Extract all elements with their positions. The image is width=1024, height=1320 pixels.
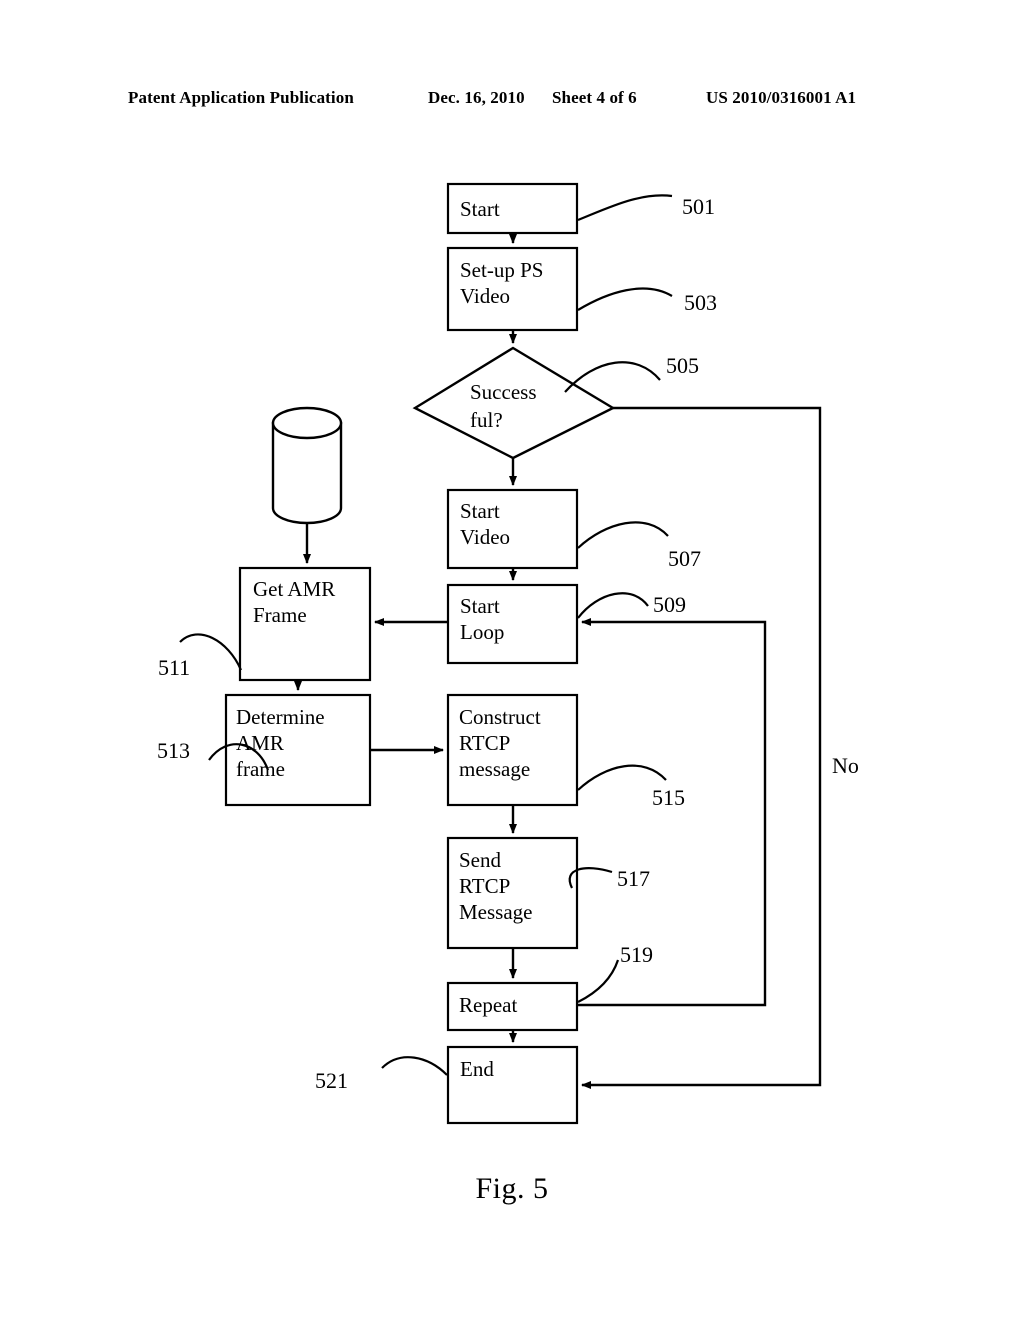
node-repeat-shape xyxy=(446,981,579,1032)
leader-line-519 xyxy=(577,959,620,1003)
ref-number-517: 517 xyxy=(617,866,650,891)
node-send-rtcp-shape xyxy=(446,836,579,950)
leader-line-521 xyxy=(381,1056,448,1076)
leader-line-501 xyxy=(577,194,673,222)
node-construct-rtcp-shape xyxy=(446,693,579,807)
node-end-shape xyxy=(446,1045,579,1125)
figure-caption: Fig. 5 xyxy=(475,1172,549,1205)
ref-number-521: 521 xyxy=(315,1068,348,1093)
ref-number-501: 501 xyxy=(682,194,715,219)
ref-number-507: 507 xyxy=(668,546,701,571)
ref-number-503: 503 xyxy=(684,290,717,315)
flowchart-figure: Start Set-up PS Video Success ful? Start… xyxy=(0,0,1024,1320)
leader-line-509 xyxy=(577,592,649,619)
edge-label-no: No xyxy=(832,753,859,778)
edge-repeat-loopback-to-start-loop xyxy=(577,618,767,1007)
node-setup-ps-shape xyxy=(446,246,579,332)
ref-number-509: 509 xyxy=(653,592,686,617)
leader-line-503 xyxy=(577,287,673,311)
ref-number-513: 513 xyxy=(157,738,190,763)
node-get-amr-shape xyxy=(238,566,372,682)
edge-no-branch-to-end xyxy=(581,406,822,1089)
ref-number-519: 519 xyxy=(620,942,653,967)
node-start-video-shape xyxy=(446,488,579,570)
leader-line-507 xyxy=(577,521,669,549)
ref-number-511: 511 xyxy=(158,655,191,680)
node-successful-label: Success ful? xyxy=(470,380,537,432)
flowchart-svg xyxy=(179,182,822,1125)
node-determine-amr-shape xyxy=(224,693,372,807)
ref-number-505: 505 xyxy=(666,353,699,378)
database-cylinder-icon xyxy=(271,406,343,525)
ref-number-515: 515 xyxy=(652,785,685,810)
node-start-loop-shape xyxy=(446,583,579,665)
node-start-shape xyxy=(446,182,579,235)
